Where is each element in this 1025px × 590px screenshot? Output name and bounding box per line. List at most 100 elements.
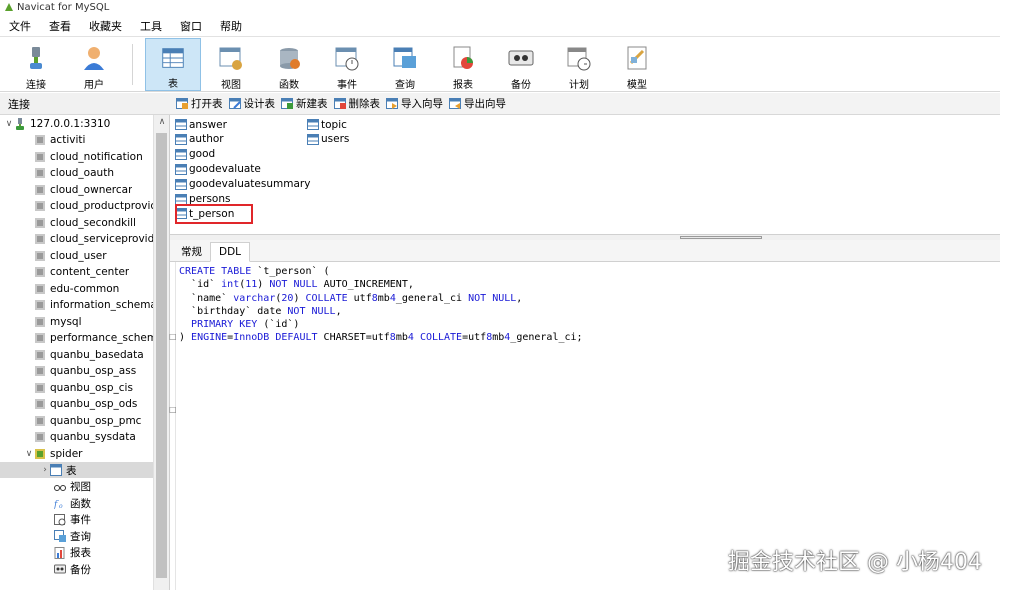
toolbar-user-label: 用户 [84, 80, 104, 91]
tree-database[interactable]: performance_schem [0, 330, 153, 346]
toolbar-report-button[interactable]: 报表 [435, 38, 491, 91]
tree-database[interactable]: activiti [0, 132, 153, 148]
tree-object-group[interactable]: › 表 [0, 462, 153, 478]
ddl-code[interactable]: CREATE TABLE `t_person` ( `id` int(11) N… [179, 265, 583, 345]
import-wizard-button[interactable]: 导入向导 [386, 96, 443, 111]
toolbar-connect-label: 连接 [26, 80, 46, 91]
tree-database[interactable]: cloud_oauth [0, 165, 153, 181]
toolbar-backup-button[interactable]: 备份 [493, 38, 549, 91]
table-item[interactable]: users [307, 132, 349, 147]
menu-tools[interactable]: 工具 [131, 18, 171, 34]
tree-database[interactable]: content_center [0, 264, 153, 280]
menu-favorites[interactable]: 收藏夹 [80, 18, 131, 34]
toolbar-separator [132, 44, 133, 85]
toolbar-event-button[interactable]: 事件 [319, 38, 375, 91]
splitter-grip[interactable] [680, 236, 762, 239]
tree-database[interactable]: information_schema [0, 297, 153, 313]
tree-object-group[interactable]: 报表 [0, 545, 153, 561]
toolbar-model-button[interactable]: 模型 [609, 38, 665, 91]
toolbar-view-button[interactable]: 视图 [203, 38, 259, 91]
tree-object-group[interactable]: 查询 [0, 528, 153, 544]
toolbar-function-button[interactable]: 函数 [261, 38, 317, 91]
table-item[interactable]: goodevaluate [175, 162, 261, 177]
table-item[interactable]: good [175, 147, 215, 162]
database-label: cloud_serviceprovide [50, 233, 153, 245]
database-label: cloud_oauth [50, 167, 114, 179]
tree-database[interactable]: quanbu_osp_ods [0, 396, 153, 412]
navigator-scrollbar[interactable]: ∧ [153, 115, 169, 590]
function-icon: fo [54, 500, 63, 509]
database-icon [35, 366, 45, 376]
tree-database[interactable]: quanbu_osp_cis [0, 380, 153, 396]
menu-window[interactable]: 窗口 [171, 18, 211, 34]
tree-database[interactable]: quanbu_osp_ass [0, 363, 153, 379]
delete-table-button[interactable]: 删除表 [333, 96, 381, 111]
database-icon [35, 316, 45, 327]
delete-table-label: 删除表 [348, 98, 381, 110]
table-item[interactable]: goodevaluatesummary [175, 177, 310, 192]
table-icon [175, 133, 187, 145]
tree-database[interactable]: quanbu_basedata [0, 347, 153, 363]
chevron-down-icon[interactable]: ∨ [24, 449, 34, 459]
object-toolbar: 打开表 设计表 新建表 删除表 导入向导 导出向导 [170, 93, 1000, 115]
toolbar-user-button[interactable]: 用户 [66, 38, 122, 91]
tree-database[interactable]: cloud_notification [0, 149, 153, 165]
table-item[interactable]: answer [175, 117, 227, 132]
menu-view[interactable]: 查看 [40, 18, 80, 34]
new-table-label: 新建表 [296, 98, 328, 110]
tree-database[interactable]: cloud_serviceprovide [0, 231, 153, 247]
chevron-right-icon[interactable]: › [40, 465, 50, 475]
new-table-button[interactable]: 新建表 [281, 96, 328, 111]
toolbar-table-button[interactable]: 表 [145, 38, 201, 91]
ddl-line: CREATE TABLE `t_person` ( [179, 266, 330, 277]
tab-ddl[interactable]: DDL [210, 242, 251, 262]
toolbar-query-label: 查询 [395, 80, 415, 91]
tree-database[interactable]: quanbu_sysdata [0, 429, 153, 445]
table-item[interactable]: author [175, 132, 224, 147]
query-icon [393, 47, 416, 68]
database-label: spider [50, 448, 83, 460]
export-wizard-label: 导出向导 [464, 98, 506, 110]
view-icon [219, 47, 242, 70]
open-table-icon [176, 98, 188, 109]
fold-marker-icon[interactable]: □ [169, 405, 177, 414]
table-item[interactable]: topic [307, 117, 347, 132]
tree-database[interactable]: cloud_secondkill [0, 215, 153, 231]
scrollbar-thumb[interactable] [156, 133, 167, 578]
tree-object-group[interactable]: f o 函数 [0, 495, 153, 511]
scroll-up-icon[interactable]: ∧ [154, 117, 169, 127]
toolbar-connect-button[interactable]: 连接 [8, 38, 64, 91]
tree-database[interactable]: cloud_ownercar [0, 182, 153, 198]
database-icon [35, 201, 45, 211]
tree-database[interactable]: mysql [0, 314, 153, 330]
database-icon [35, 399, 45, 409]
tree-database-spider[interactable]: ∨ spider [0, 446, 153, 462]
tab-general[interactable]: 常规 [173, 241, 210, 261]
database-label: cloud_ownercar [50, 183, 133, 196]
tree-object-group[interactable]: 备份 [0, 561, 153, 577]
database-label: activiti [50, 134, 86, 146]
tree-database[interactable]: cloud_user [0, 248, 153, 264]
report-icon [54, 546, 65, 559]
menu-help[interactable]: 帮助 [211, 18, 251, 34]
tree-database[interactable]: quanbu_osp_pmc [0, 413, 153, 429]
ddl-viewer[interactable]: □ □ CREATE TABLE `t_person` ( `id` int(1… [169, 262, 1000, 590]
toolbar-schedule-label: 计划 [569, 80, 589, 91]
export-wizard-button[interactable]: 导出向导 [449, 96, 506, 111]
open-table-button[interactable]: 打开表 [176, 96, 223, 111]
tree-database[interactable]: cloud_productprovic [0, 198, 153, 214]
menu-file[interactable]: 文件 [0, 18, 40, 34]
tree-object-group[interactable]: 事件 [0, 512, 153, 528]
toolbar-query-button[interactable]: 查询 [377, 38, 433, 91]
toolbar-backup-label: 备份 [511, 80, 531, 91]
tree-connection[interactable]: ∨ 127.0.0.1:3310 [0, 116, 153, 132]
fold-marker-icon[interactable]: □ [169, 332, 177, 341]
view-icon [54, 484, 66, 491]
tree-database[interactable]: edu-common [0, 281, 153, 297]
import-wizard-label: 导入向导 [401, 98, 443, 110]
tree-object-group[interactable]: 视图 [0, 479, 153, 495]
chevron-down-icon[interactable]: ∨ [4, 119, 14, 129]
design-table-button[interactable]: 设计表 [228, 96, 275, 111]
ddl-line: `id` int(11) NOT NULL AUTO_INCREMENT, [179, 279, 414, 291]
toolbar-schedule-button[interactable]: 计划 [551, 38, 607, 91]
